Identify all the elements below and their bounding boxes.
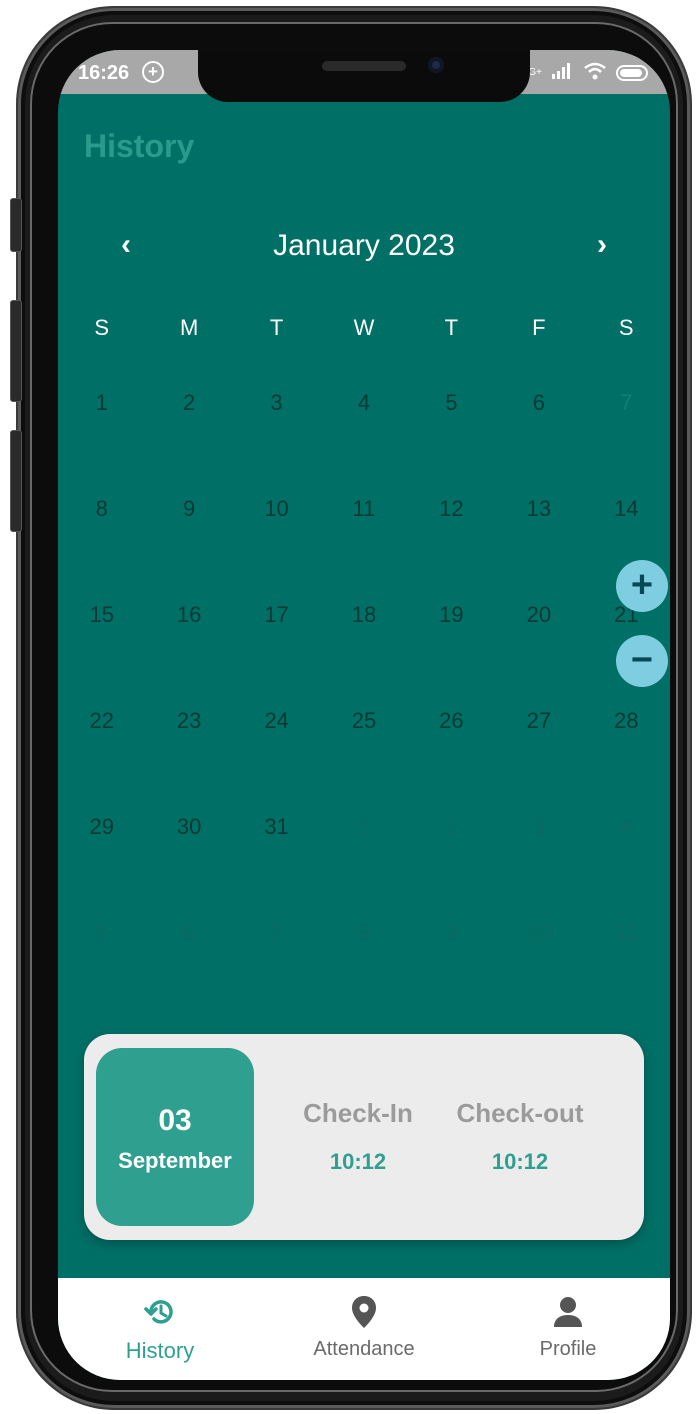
check-in-label: Check-In — [303, 1098, 413, 1128]
check-in-time: 10:12 — [329, 1149, 387, 1174]
calendar-day[interactable]: 5 — [408, 390, 495, 496]
calendar-day-outside[interactable]: 7 — [233, 920, 320, 1026]
battery-icon — [616, 64, 648, 81]
tab-profile-label: Profile — [539, 1338, 597, 1360]
camera-notch — [198, 50, 530, 102]
bottom-navigation: History Attendance Profile — [58, 1278, 670, 1380]
zoom-out-button[interactable]: − — [616, 635, 668, 687]
zoom-in-button[interactable]: + — [616, 560, 668, 612]
calendar-week: 8 9 10 11 12 13 14 — [58, 496, 670, 602]
calendar-day[interactable]: 22 — [58, 708, 145, 814]
calendar-day-outside[interactable]: 3 — [495, 814, 582, 920]
history-icon — [70, 1292, 250, 1332]
calendar-day[interactable]: 6 — [495, 390, 582, 496]
calendar-day[interactable]: 23 — [145, 708, 232, 814]
calendar-day[interactable]: 13 — [495, 496, 582, 602]
status-add-icon: + — [142, 61, 164, 83]
date-badge: 03 September — [96, 1048, 254, 1226]
wifi-icon — [584, 62, 606, 83]
calendar-day[interactable]: 2 — [145, 390, 232, 496]
calendar-header: ‹ January 2023 › — [58, 225, 670, 265]
calendar-day[interactable]: 19 — [408, 602, 495, 708]
calendar-grid: 1 2 3 4 5 6 7 8 9 10 11 12 13 14 15 16 1… — [58, 390, 670, 1026]
calendar-day[interactable]: 24 — [233, 708, 320, 814]
weekday-label: F — [532, 315, 546, 340]
chevron-right-icon[interactable]: › — [582, 225, 622, 265]
calendar-day[interactable]: 29 — [58, 814, 145, 920]
calendar-day-outside[interactable]: 11 — [583, 920, 670, 1026]
tab-history[interactable]: History — [70, 1292, 250, 1364]
calendar-day[interactable]: 30 — [145, 814, 232, 920]
calendar-day-outside[interactable]: 10 — [495, 920, 582, 1026]
calendar-day[interactable]: 9 — [145, 496, 232, 602]
calendar-day-outside[interactable]: 4 — [583, 814, 670, 920]
status-icons: 4G+ — [523, 62, 648, 83]
tab-attendance-label: Attendance — [313, 1338, 415, 1360]
month-label: January 2023 — [273, 229, 455, 262]
check-out-label: Check-out — [456, 1098, 584, 1128]
weekday-label: T — [269, 315, 284, 340]
status-time: 16:26 — [78, 62, 130, 84]
calendar-day[interactable]: 27 — [495, 708, 582, 814]
calendar-day[interactable]: 7 — [583, 390, 670, 496]
weekday-header: S M T W T F S — [58, 315, 670, 351]
signal-icon — [552, 63, 574, 82]
mute-switch — [10, 198, 22, 252]
calendar-day[interactable]: 16 — [145, 602, 232, 708]
calendar-week: 29 30 31 1 2 3 4 — [58, 814, 670, 920]
calendar-day[interactable]: 4 — [320, 390, 407, 496]
person-icon — [478, 1292, 658, 1332]
calendar-week: 22 23 24 25 26 27 28 — [58, 708, 670, 814]
date-month: September — [118, 1148, 232, 1173]
calendar-day[interactable]: 1 — [58, 390, 145, 496]
date-day: 03 — [158, 1104, 192, 1137]
weekday-label: S — [618, 315, 634, 340]
attendance-card[interactable]: 03 September Check-In 10:12 Check-out 10… — [84, 1034, 644, 1240]
page-title: History — [84, 128, 195, 164]
tab-profile[interactable]: Profile — [478, 1292, 658, 1361]
calendar-week: 1 2 3 4 5 6 7 — [58, 390, 670, 496]
calendar-day[interactable]: 25 — [320, 708, 407, 814]
check-out-time: 10:12 — [491, 1149, 549, 1174]
tab-history-label: History — [125, 1338, 195, 1363]
calendar-day[interactable]: 31 — [233, 814, 320, 920]
calendar-day[interactable]: 12 — [408, 496, 495, 602]
calendar-day-outside[interactable]: 2 — [408, 814, 495, 920]
calendar-day-outside[interactable]: 8 — [320, 920, 407, 1026]
calendar-day[interactable]: 3 — [233, 390, 320, 496]
calendar-day[interactable]: 26 — [408, 708, 495, 814]
front-camera-icon — [428, 57, 444, 73]
calendar-day[interactable]: 8 — [58, 496, 145, 602]
calendar-day[interactable]: 28 — [583, 708, 670, 814]
calendar-day-outside[interactable]: 5 — [58, 920, 145, 1026]
check-out-column: Check-out 10:12 — [450, 1098, 590, 1175]
calendar-day[interactable]: 15 — [58, 602, 145, 708]
volume-up-button — [10, 300, 22, 402]
weekday-label: M — [179, 315, 199, 340]
calendar-week: 5 6 7 8 9 10 11 — [58, 920, 670, 1026]
weekday-label: T — [444, 315, 459, 340]
calendar-day-outside[interactable]: 1 — [320, 814, 407, 920]
calendar-day[interactable]: 10 — [233, 496, 320, 602]
location-pin-icon — [274, 1292, 454, 1332]
weekday-label: S — [94, 315, 110, 340]
calendar-day-outside[interactable]: 6 — [145, 920, 232, 1026]
check-in-column: Check-In 10:12 — [288, 1098, 428, 1175]
app-screen: 16:26 + 4G+ History ‹ January 2023 › S M… — [58, 50, 670, 1380]
volume-down-button — [10, 430, 22, 532]
weekday-label: W — [353, 315, 375, 340]
calendar-week: 15 16 17 18 19 20 21 — [58, 602, 670, 708]
tab-attendance[interactable]: Attendance — [274, 1292, 454, 1361]
calendar-day[interactable]: 20 — [495, 602, 582, 708]
calendar-day[interactable]: 11 — [320, 496, 407, 602]
speaker-grille — [322, 61, 406, 71]
calendar-day[interactable]: 18 — [320, 602, 407, 708]
calendar-day[interactable]: 17 — [233, 602, 320, 708]
calendar-day-outside[interactable]: 9 — [408, 920, 495, 1026]
